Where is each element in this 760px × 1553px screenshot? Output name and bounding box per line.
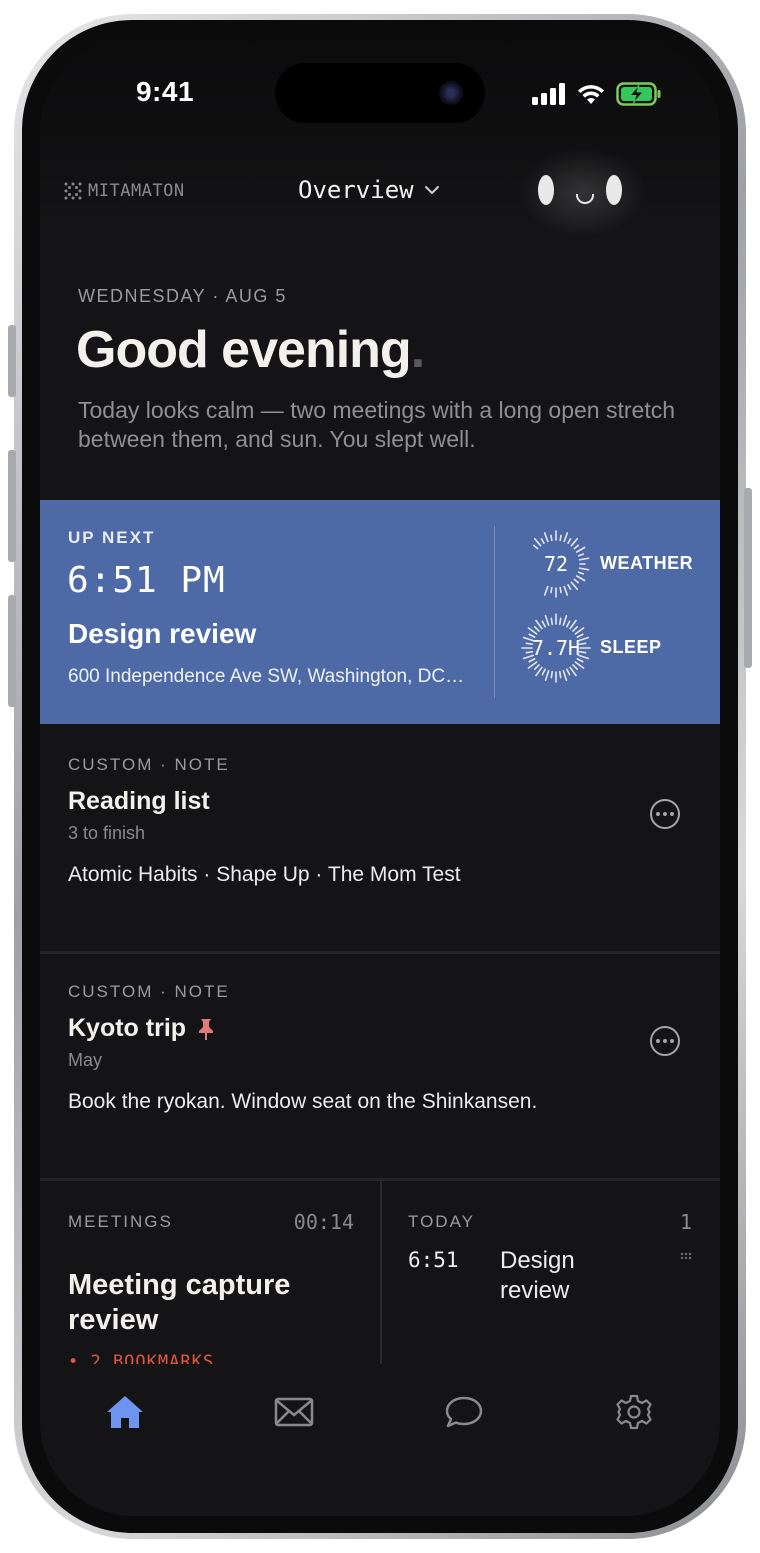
card-subtitle: 3 to finish [68,823,146,843]
more-icon-dot [656,1039,660,1043]
card-title: Kyoto trip [68,1014,214,1043]
today-count: 1 [679,1210,692,1234]
up-next-title: Design review [68,618,257,649]
up-next-address: 600 Independence Ave SW, Washington, DC… [68,666,465,687]
sleep-label: SLEEP [600,637,662,657]
card-body: Atomic Habits · Shape Up · The Mom Test [68,863,461,886]
volume-up-button [8,450,16,562]
tab-settings[interactable] [612,1392,656,1432]
note-card-reading-list[interactable]: CUSTOM · NOTE Reading list 3 to finish A… [40,727,720,954]
chevron-down-icon [424,186,439,194]
more-icon-dot [656,812,660,816]
view-title: Overview [298,176,414,204]
front-camera [439,81,463,105]
signal-icon [532,83,565,105]
action-button [8,325,16,397]
drag-handle-icon[interactable] [680,1252,692,1260]
meetings-label: MEETINGS [68,1212,173,1231]
weather-widget[interactable]: 72 WEATHER [520,528,710,600]
card-eyebrow: CUSTOM · NOTE [68,982,230,1001]
meetings-timer: 00:14 [293,1210,354,1234]
chat-icon [445,1396,483,1428]
view-switcher[interactable]: Overview [298,176,440,204]
greeting-text: Good evening [76,321,412,379]
note-card-kyoto-trip[interactable]: CUSTOM · NOTE Kyoto trip May Book the ry… [40,954,720,1181]
card-title-text: Kyoto trip [68,1014,187,1042]
tab-chat[interactable] [442,1392,486,1432]
brand-logo: MITAMATON [64,181,185,201]
today-item-title: Design review [500,1247,575,1304]
dynamic-island [275,63,485,123]
sleep-value: 7.7H [531,636,581,660]
today-label: TODAY [408,1212,475,1231]
mascot-avatar[interactable] [518,148,648,238]
weather-value: 72 [543,552,569,576]
brand-name: MITAMATON [88,181,185,201]
pin-icon [199,1018,214,1040]
tab-bar [40,1364,720,1516]
mascot-right-eye [606,175,622,205]
power-button [744,488,752,668]
more-icon-dot [663,812,667,816]
brand-mark-icon [64,182,82,200]
meeting-title: Meeting capture review [68,1269,291,1336]
weather-label: WEATHER [600,553,694,573]
card-subtitle: May [68,1050,103,1070]
greeting: Good evening. [76,320,425,380]
more-icon-dot [670,812,674,816]
up-next-card[interactable]: UP NEXT 6:51 PM Design review 600 Indepe… [40,500,720,724]
meetings-card[interactable]: MEETINGS 00:14 Meeting capture review • … [40,1180,382,1372]
more-options-button[interactable] [650,799,680,829]
greeting-dot: . [410,321,425,379]
sleep-widget[interactable]: 7.7H SLEEP [520,612,710,684]
volume-down-button [8,595,16,707]
more-icon-dot [663,1039,667,1043]
wifi-icon [578,85,604,104]
screen: 9:41 MITAMATON Overview WEDNESDAY · AUG … [40,38,720,1516]
tab-home[interactable] [103,1392,147,1432]
more-icon-dot [670,1039,674,1043]
card-title-text: Reading list [68,787,210,815]
today-item-time: 6:51 [408,1248,459,1272]
card-body: Book the ryokan. Window seat on the Shin… [68,1090,538,1113]
mascot-left-eye [538,175,554,205]
status-time: 9:41 [135,76,195,107]
card-eyebrow: CUSTOM · NOTE [68,755,230,774]
mascot-mouth [576,194,594,204]
more-options-button[interactable] [650,1026,680,1056]
up-next-divider [494,526,495,698]
card-title: Reading list [68,787,210,816]
up-next-time: 6:51 PM [67,560,226,601]
bottom-split: MEETINGS 00:14 Meeting capture review • … [40,1180,720,1372]
today-card[interactable]: TODAY 1 6:51 Design review [382,1180,720,1364]
tab-mail[interactable] [272,1392,316,1432]
battery-charging-icon [616,82,661,106]
date-label: WEDNESDAY · AUG 5 [78,286,287,306]
mail-icon [274,1397,314,1427]
day-summary: Today looks calm — two meetings with a l… [78,397,676,452]
home-icon [107,1396,143,1428]
status-icons [532,82,662,106]
up-next-label: UP NEXT [68,528,156,547]
gear-icon [616,1394,652,1430]
